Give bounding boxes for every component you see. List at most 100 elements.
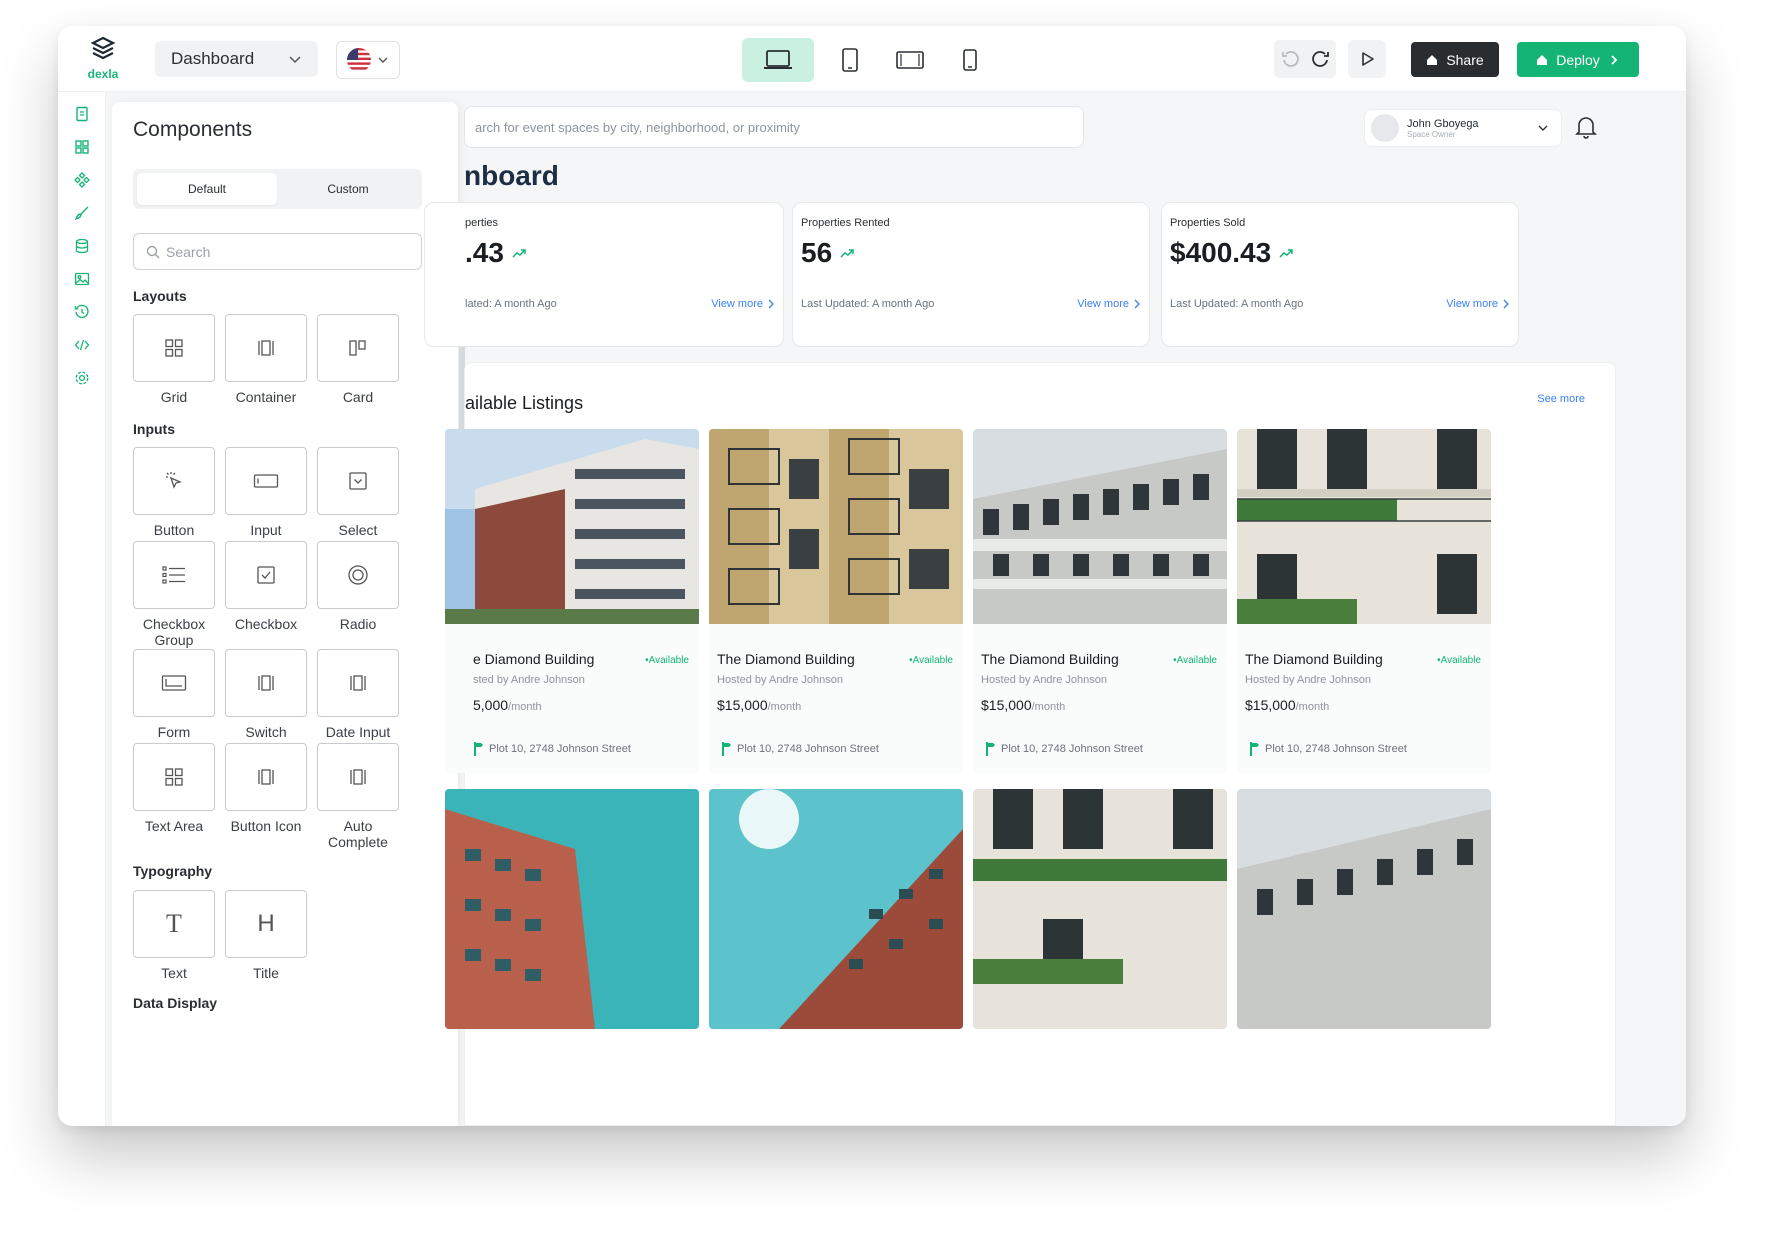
signpost-icon — [474, 742, 483, 756]
listing-card[interactable]: The Diamond Building •Available Hosted b… — [1237, 429, 1491, 773]
page-select-value: Dashboard — [171, 49, 255, 68]
listings-title: ailable Listings — [465, 393, 584, 413]
view-more-link[interactable]: View more — [1446, 298, 1510, 310]
listing-card[interactable] — [445, 789, 699, 1029]
stat-label: perties — [465, 217, 499, 229]
listing-card[interactable] — [973, 789, 1227, 1029]
stat-updated: lated: A month Ago — [465, 298, 557, 310]
trend-up-icon — [512, 249, 526, 258]
button-icon-icon — [258, 769, 274, 785]
dexla-logo[interactable]: dexla — [80, 36, 126, 84]
share-button[interactable]: Share — [1411, 42, 1499, 77]
listing-status: •Available — [909, 655, 953, 666]
redo-icon[interactable] — [1311, 49, 1331, 69]
signpost-icon — [1250, 742, 1259, 756]
user-menu[interactable]: John Gboyega Space Owner — [1364, 109, 1562, 147]
tab-custom[interactable]: Custom — [278, 173, 418, 205]
component-label: Button — [153, 522, 195, 538]
undo-icon[interactable] — [1280, 49, 1300, 69]
component-text-area[interactable]: Text Area — [133, 743, 215, 834]
component-title[interactable]: H Title — [225, 890, 307, 981]
checkbox-icon — [257, 566, 275, 584]
building-photo — [445, 789, 699, 1029]
tablet-landscape-icon — [896, 51, 924, 69]
desktop-view-button[interactable] — [742, 38, 814, 82]
brush-icon[interactable] — [70, 201, 94, 225]
preview-button[interactable] — [1348, 40, 1386, 78]
search-placeholder: Search — [166, 243, 211, 260]
history-icon[interactable] — [70, 300, 94, 324]
settings-icon[interactable] — [70, 366, 94, 390]
database-icon[interactable] — [70, 234, 94, 258]
code-icon[interactable] — [70, 333, 94, 357]
component-container[interactable]: Container — [225, 314, 307, 405]
chevron-right-icon — [1503, 299, 1509, 309]
component-radio[interactable]: Radio — [317, 541, 399, 632]
listing-card[interactable]: The Diamond Building •Available Hosted b… — [973, 429, 1227, 773]
view-more-link[interactable]: View more — [1077, 298, 1141, 310]
select-icon — [349, 472, 367, 490]
stat-updated: Last Updated: A month Ago — [801, 298, 935, 310]
image-icon[interactable] — [70, 267, 94, 291]
listing-status: •Available — [645, 655, 689, 666]
component-label: Button Icon — [230, 818, 302, 834]
component-button-icon[interactable]: Button Icon — [225, 743, 307, 834]
component-card[interactable]: Card — [317, 314, 399, 405]
page-select[interactable]: Dashboard — [155, 41, 318, 77]
custom-components-icon[interactable] — [70, 168, 94, 192]
section-inputs: Inputs — [133, 421, 175, 437]
avatar — [1371, 114, 1399, 142]
see-more-link[interactable]: See more — [1537, 393, 1585, 405]
user-name: John Gboyega — [1407, 117, 1479, 130]
listing-card[interactable]: e Diamond Building •Available sted by An… — [445, 429, 699, 773]
grid-icon — [165, 339, 183, 357]
component-grid[interactable]: Grid — [133, 314, 215, 405]
component-tabs: Default Custom — [133, 169, 422, 209]
stat-value: 56 — [801, 237, 854, 269]
form-icon — [161, 675, 187, 691]
components-icon[interactable] — [70, 135, 94, 159]
component-switch[interactable]: Switch — [225, 649, 307, 740]
date-input-icon — [350, 675, 366, 691]
event-search-input[interactable]: arch for event spaces by city, neighborh… — [464, 106, 1084, 148]
listing-host: Hosted by Andre Johnson — [1245, 674, 1371, 686]
listing-card[interactable]: The Diamond Building •Available Hosted b… — [709, 429, 963, 773]
deploy-button[interactable]: Deploy — [1517, 42, 1639, 77]
listing-card[interactable] — [709, 789, 963, 1029]
bell-icon[interactable] — [1574, 114, 1598, 140]
stat-card: Properties Rented 56 Last Updated: A mon… — [792, 202, 1150, 347]
mobile-icon — [963, 49, 977, 71]
component-auto-complete[interactable]: Auto Complete — [317, 743, 399, 850]
component-date-input[interactable]: Date Input — [317, 649, 399, 740]
component-label: Container — [235, 389, 297, 405]
component-checkbox[interactable]: Checkbox — [225, 541, 307, 632]
pages-icon[interactable] — [70, 102, 94, 126]
text-glyph-icon: T — [166, 909, 182, 938]
component-form[interactable]: Form — [133, 649, 215, 740]
tablet-landscape-view-button[interactable] — [886, 38, 934, 82]
tab-default[interactable]: Default — [137, 173, 277, 205]
listing-price: $15,000/month — [717, 697, 802, 713]
card-icon — [349, 340, 366, 356]
tablet-view-button[interactable] — [826, 38, 874, 82]
component-text[interactable]: T Text — [133, 890, 215, 981]
language-select[interactable] — [336, 41, 400, 79]
page-title: nboard — [464, 160, 559, 191]
component-select[interactable]: Select — [317, 447, 399, 538]
mobile-view-button[interactable] — [946, 38, 994, 82]
listing-address: Plot 10, 2748 Johnson Street — [469, 741, 631, 757]
deploy-label: Deploy — [1556, 51, 1600, 68]
component-label: Radio — [339, 616, 377, 632]
component-checkbox-group[interactable]: Checkbox Group — [133, 541, 215, 648]
view-more-link[interactable]: View more — [711, 298, 775, 310]
component-input[interactable]: Input — [225, 447, 307, 538]
text-area-icon — [165, 768, 183, 786]
section-typography: Typography — [133, 863, 213, 879]
listing-price: $15,000/month — [981, 697, 1066, 713]
component-label: Select — [338, 522, 378, 538]
component-search-input[interactable]: Search — [133, 233, 422, 270]
listing-card[interactable] — [1237, 789, 1491, 1029]
component-button[interactable]: Button — [133, 447, 215, 538]
listing-host: sted by Andre Johnson — [473, 674, 585, 686]
listing-address: Plot 10, 2748 Johnson Street — [981, 741, 1143, 757]
